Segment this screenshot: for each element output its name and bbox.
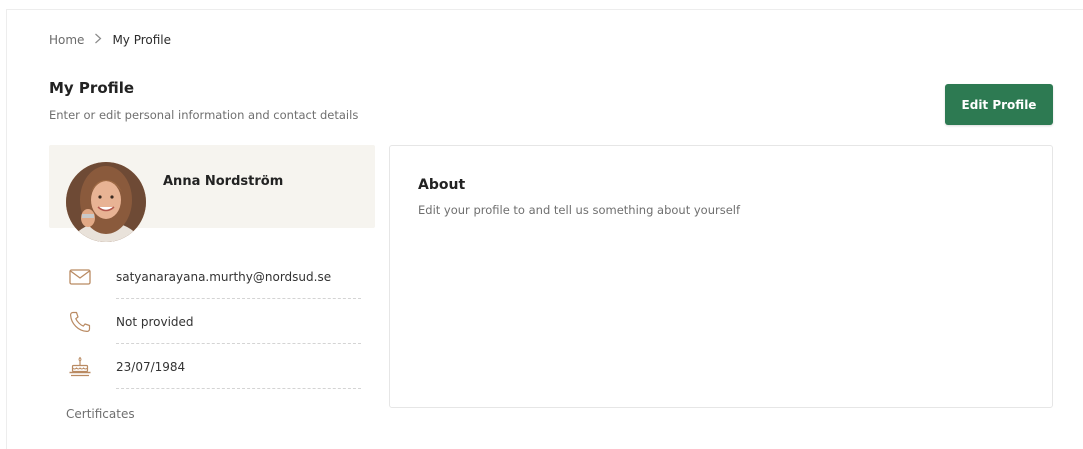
birthday-cake-icon bbox=[65, 352, 95, 382]
about-title: About bbox=[418, 177, 466, 193]
profile-name: Anna Nordström bbox=[163, 174, 284, 189]
page-title: My Profile bbox=[49, 79, 135, 97]
breadcrumb-home-link[interactable]: Home bbox=[49, 33, 84, 47]
row-divider bbox=[116, 388, 361, 389]
phone-icon bbox=[65, 307, 95, 337]
edit-profile-button[interactable]: Edit Profile bbox=[945, 84, 1053, 125]
breadcrumb: Home My Profile bbox=[49, 33, 171, 47]
birthdate-value: 23/07/1984 bbox=[116, 359, 186, 374]
email-value: satyanarayana.murthy@nordsud.se bbox=[116, 269, 332, 284]
envelope-icon bbox=[65, 262, 95, 292]
about-card: About Edit your profile to and tell us s… bbox=[389, 145, 1053, 408]
birthdate-row: 23/07/1984 bbox=[49, 344, 361, 389]
breadcrumb-current: My Profile bbox=[112, 33, 172, 47]
certificates-label: Certificates bbox=[66, 407, 135, 421]
email-row: satyanarayana.murthy@nordsud.se bbox=[49, 254, 361, 299]
phone-value: Not provided bbox=[116, 314, 194, 329]
page-subtitle: Enter or edit personal information and c… bbox=[49, 108, 359, 122]
chevron-right-icon bbox=[94, 33, 102, 47]
avatar bbox=[66, 162, 146, 242]
phone-row: Not provided bbox=[49, 299, 361, 344]
about-text: Edit your profile to and tell us somethi… bbox=[418, 203, 741, 217]
